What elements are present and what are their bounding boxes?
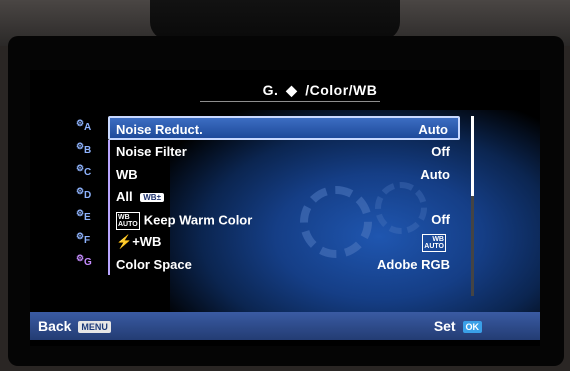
- menu-item-value-wrap: WB AUTO: [422, 234, 450, 252]
- menu-item-label-wrap: WB AUTO Keep Warm Color: [116, 211, 253, 230]
- menu-item-value: Off: [431, 144, 450, 159]
- menu-item-value: Auto: [420, 166, 450, 182]
- camera-menu-screen: G. ◆ /Color/WB ⚙ A ⚙ B ⚙ C ⚙ D ⚙ E ⚙ F ⚙…: [30, 70, 540, 346]
- back-button[interactable]: Back MENU: [38, 318, 111, 334]
- gear-icon: ⚙: [76, 253, 85, 263]
- tab-custom-d[interactable]: ⚙ D: [70, 184, 110, 207]
- flash-icon: ⚡: [116, 234, 133, 249]
- set-button[interactable]: Set OK: [434, 318, 482, 334]
- gear-icon: ⚙: [76, 230, 85, 241]
- gear-icon: ⚙: [76, 185, 85, 196]
- menu-item-wb[interactable]: WB Auto: [108, 162, 460, 185]
- menu-scrollbar[interactable]: [471, 116, 474, 296]
- menu-item-label: All: [116, 189, 133, 204]
- menu-item-keep-warm-color[interactable]: WB AUTO Keep Warm Color Off: [108, 207, 460, 230]
- back-label: Back: [38, 318, 72, 334]
- viewfinder-hump: [150, 0, 400, 40]
- tab-letter: D: [84, 189, 92, 201]
- menu-item-value: Off: [431, 211, 450, 227]
- set-label: Set: [433, 318, 456, 334]
- title-divider: [200, 101, 380, 102]
- title-text: /Color/WB: [305, 82, 378, 98]
- menu-item-label-wrap: All WB±: [116, 189, 164, 204]
- menu-item-all-wb[interactable]: All WB±: [108, 185, 460, 208]
- footer-bar: Back MENU Set OK: [30, 312, 540, 340]
- settings-list: Noise Reduct. Auto Noise Filter Off WB A…: [108, 116, 460, 275]
- gear-icon: ⚙: [76, 140, 85, 151]
- tab-letter: A: [84, 122, 92, 133]
- gear-icon: ⚙: [76, 208, 85, 218]
- tab-custom-e[interactable]: ⚙ E: [70, 206, 110, 229]
- title-prefix: G.: [262, 82, 279, 98]
- custom-menu-tabs: ⚙ A ⚙ B ⚙ C ⚙ D ⚙ E ⚙ F ⚙ G: [70, 116, 110, 274]
- menu-item-value: Adobe RGB: [377, 256, 450, 272]
- camera-settings-icon: ◆: [286, 82, 298, 98]
- tab-custom-c[interactable]: ⚙ C: [70, 161, 110, 184]
- menu-item-value: Auto: [418, 122, 448, 137]
- menu-item-label: WB: [116, 166, 138, 182]
- tab-custom-a[interactable]: ⚙ A: [70, 116, 110, 139]
- menu-item-label: Noise Reduct.: [116, 122, 203, 137]
- tab-custom-f[interactable]: ⚙ F: [70, 229, 110, 252]
- tab-custom-b[interactable]: ⚙ B: [70, 139, 110, 162]
- menu-key-badge: MENU: [78, 321, 111, 334]
- gear-icon: ⚙: [76, 163, 85, 173]
- menu-item-label: Keep Warm Color: [143, 211, 253, 227]
- scrollbar-thumb[interactable]: [471, 116, 474, 196]
- menu-item-label-wrap: ⚡+WB: [116, 234, 161, 250]
- auto-wb-icon: WB AUTO: [116, 211, 140, 230]
- menu-item-color-space[interactable]: Color Space Adobe RGB: [108, 252, 460, 275]
- page-title: G. ◆ /Color/WB: [30, 82, 490, 99]
- menu-item-flash-wb[interactable]: ⚡+WB WB AUTO: [108, 230, 460, 253]
- menu-item-label: +WB: [132, 234, 162, 249]
- menu-item-value: AUTO: [424, 243, 444, 250]
- tab-letter: F: [84, 234, 91, 246]
- ok-key-badge: OK: [462, 321, 482, 334]
- menu-item-label: Color Space: [116, 256, 192, 272]
- tab-custom-g[interactable]: ⚙ G: [70, 251, 110, 274]
- wb-adjust-badge: WB±: [140, 193, 164, 203]
- menu-item-noise-reduct[interactable]: Noise Reduct. Auto: [108, 116, 460, 140]
- tab-letter: G: [84, 257, 92, 268]
- tab-letter: E: [84, 212, 91, 223]
- tab-letter: B: [84, 144, 92, 156]
- gear-icon: ⚙: [76, 118, 85, 128]
- menu-item-noise-filter[interactable]: Noise Filter Off: [108, 140, 460, 163]
- menu-item-label: Noise Filter: [116, 144, 187, 159]
- wb-auto-icon: WB AUTO: [422, 234, 446, 252]
- tab-letter: C: [84, 167, 92, 178]
